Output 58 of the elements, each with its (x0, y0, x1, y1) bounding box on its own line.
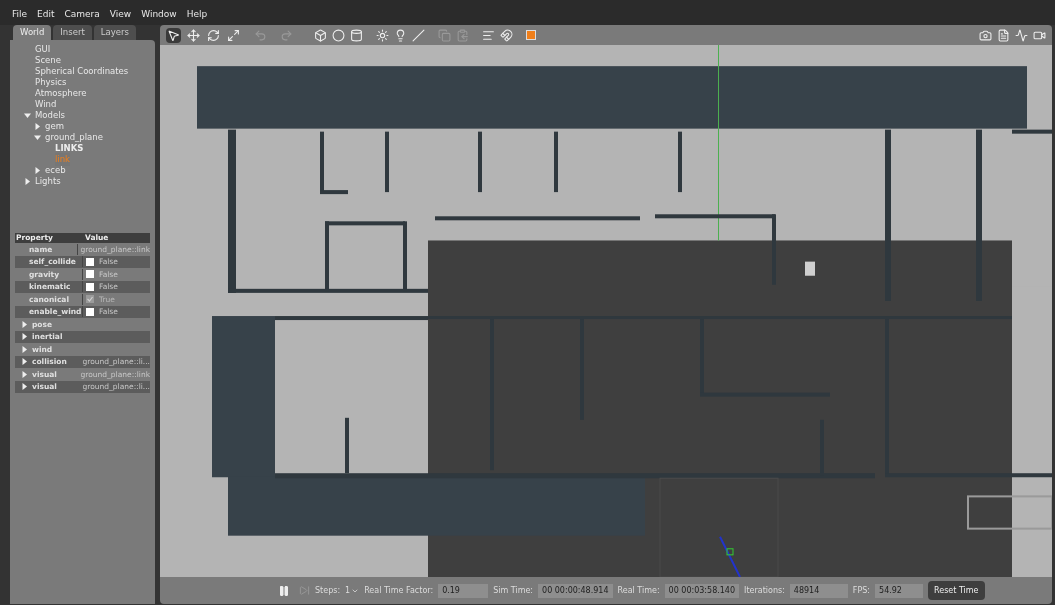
tree-item[interactable]: Atmosphere (35, 87, 87, 100)
checkbox[interactable] (86, 282, 94, 291)
iterations-field: 48914 (789, 583, 848, 598)
sim-time-field: 00 00:00:48.914 (538, 583, 613, 598)
tree-item[interactable]: Lights (35, 175, 61, 188)
menu-item[interactable]: File (12, 7, 28, 21)
steps-label: Steps: (315, 584, 341, 597)
select-arrow-icon[interactable] (167, 28, 180, 42)
expanded-arrow-icon[interactable] (24, 112, 31, 119)
menu-item[interactable]: Window (141, 7, 177, 21)
spot-light-icon[interactable] (394, 28, 407, 42)
steps-value[interactable]: 1 (345, 584, 351, 597)
reset-time-button[interactable]: Reset Time (928, 581, 985, 600)
tab[interactable]: Layers (93, 25, 136, 40)
tab[interactable]: World (13, 25, 52, 40)
magnet-icon[interactable] (500, 28, 513, 42)
tree-item[interactable]: Spherical Coordinates (35, 65, 129, 78)
tree-item[interactable]: Wind (35, 98, 57, 111)
real-time-label: Real Time: (617, 584, 660, 597)
pause-icon[interactable] (278, 584, 290, 597)
collapsed-arrow-icon[interactable] (34, 123, 41, 130)
tree-item[interactable]: eceb (45, 164, 66, 177)
tree-item[interactable]: Models (35, 109, 65, 122)
menu-item[interactable]: View (109, 7, 132, 21)
real-time-field: 00 00:03:58.140 (664, 583, 740, 598)
tree-item[interactable]: GUI (35, 43, 51, 56)
cylinder-icon[interactable] (350, 28, 363, 42)
log-file-icon[interactable] (997, 28, 1010, 42)
menu-item[interactable]: Camera (64, 7, 100, 21)
tree-header: LINKS (55, 142, 84, 155)
tree-item[interactable]: ground_plane (45, 131, 103, 144)
fps-field: 54.92 (875, 583, 924, 598)
view-cube-icon[interactable] (526, 30, 536, 40)
expanded-arrow-icon[interactable] (34, 134, 41, 141)
tree-item[interactable]: Scene (35, 54, 61, 67)
line-chart-icon[interactable] (1015, 28, 1028, 42)
iterations-label: Iterations: (744, 584, 785, 597)
checkbox[interactable] (86, 257, 94, 266)
align-icon[interactable] (482, 28, 495, 42)
box-icon[interactable] (314, 28, 327, 42)
menu-item[interactable]: Edit (37, 7, 55, 21)
rotate-icon[interactable] (207, 28, 220, 42)
menu-item[interactable]: Help (186, 7, 208, 21)
sim-time-label: Sim Time: (493, 584, 534, 597)
directional-light-icon[interactable] (412, 28, 425, 42)
sphere-icon[interactable] (332, 28, 345, 42)
tree-item[interactable]: gem (45, 120, 64, 133)
tab[interactable]: Insert (53, 25, 92, 40)
tree-item[interactable]: Physics (35, 76, 67, 89)
sun-icon[interactable] (376, 28, 389, 42)
real-time-factor-label: Real Time Factor: (364, 584, 434, 597)
fps-label: FPS: (852, 584, 871, 597)
scale-icon[interactable] (227, 28, 240, 42)
checkbox[interactable] (86, 307, 94, 316)
camera-icon[interactable] (979, 28, 992, 42)
real-time-factor-field: 0.19 (438, 583, 489, 598)
move-arrows-icon[interactable] (187, 28, 200, 42)
checkbox[interactable] (86, 270, 94, 279)
